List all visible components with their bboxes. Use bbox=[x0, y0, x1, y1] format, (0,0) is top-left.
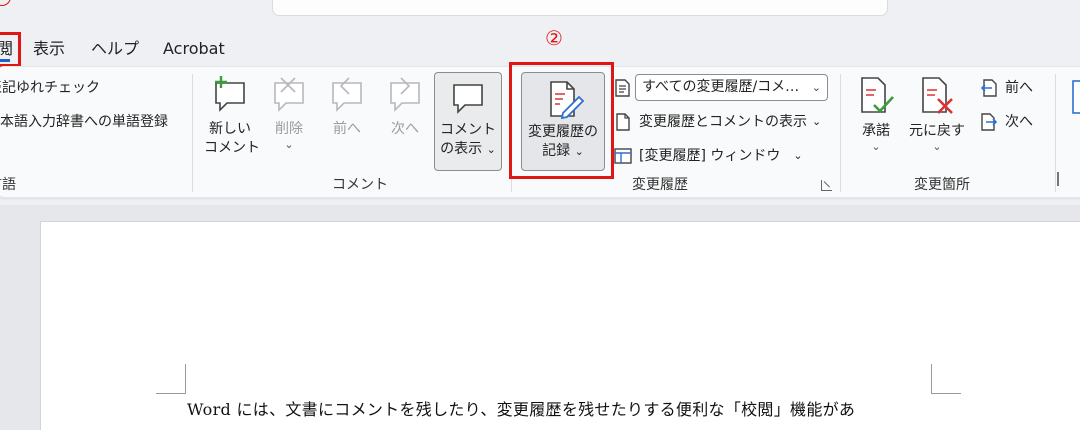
group-separator bbox=[192, 74, 193, 192]
document-body-text[interactable]: Word には、文書にコメントを残したり、変更履歴を残せたりする便利な「校閲」機… bbox=[187, 399, 855, 421]
previous-change-button[interactable]: 前へ bbox=[980, 79, 1033, 97]
display-for-review-select[interactable]: すべての変更履歴/コメ… ⌄ bbox=[635, 74, 828, 101]
group-separator bbox=[840, 74, 841, 192]
reviewing-pane-label: [変更履歴] ウィンドウ bbox=[639, 148, 781, 164]
reject-label: 元に戻す bbox=[909, 123, 965, 139]
spelling-consistency-button[interactable]: 表記ゆれチェック bbox=[0, 79, 100, 97]
compare-icon[interactable] bbox=[1072, 80, 1080, 116]
accept-button[interactable]: 承諾 ⌄ bbox=[854, 74, 898, 153]
search-box[interactable] bbox=[272, 0, 888, 16]
delete-comment-icon bbox=[274, 77, 304, 112]
group-label-tracking: 変更履歴 bbox=[632, 177, 688, 193]
show-comments-label-2: の表示 bbox=[440, 141, 483, 157]
margin-crop-mark-right bbox=[931, 364, 961, 394]
delete-comment-button[interactable]: 削除 ⌄ bbox=[264, 74, 314, 151]
chevron-down-icon: ⌄ bbox=[284, 138, 294, 151]
accept-label: 承諾 bbox=[862, 123, 890, 139]
show-markup-icon bbox=[616, 113, 630, 131]
title-bar bbox=[0, 0, 1080, 32]
group-label-changes: 変更箇所 bbox=[914, 177, 970, 193]
step-marker-2: ② bbox=[545, 26, 563, 50]
tab-help[interactable]: ヘルプ bbox=[91, 38, 139, 60]
tab-view[interactable]: 表示 bbox=[33, 38, 65, 60]
next-change-label: 次へ bbox=[1005, 114, 1033, 130]
chevron-down-icon: ⌄ bbox=[812, 115, 822, 128]
next-change-button[interactable]: 次へ bbox=[980, 113, 1033, 131]
chevron-down-icon: ⌄ bbox=[871, 140, 881, 153]
accept-icon bbox=[861, 77, 894, 113]
display-for-review-icon bbox=[615, 79, 630, 97]
previous-change-label: 前へ bbox=[1005, 80, 1033, 96]
tab-review-highlight bbox=[0, 32, 21, 67]
previous-change-icon bbox=[980, 79, 997, 97]
delete-comment-label: 削除 bbox=[275, 121, 303, 137]
register-word-button[interactable]: 日本語入力辞書への単語登録 bbox=[0, 113, 168, 131]
new-comment-label-1: 新しい bbox=[209, 121, 251, 137]
previous-comment-icon bbox=[332, 77, 362, 112]
next-comment-button[interactable]: 次へ bbox=[380, 74, 430, 139]
reviewing-pane-button[interactable]: [変更履歴] ウィンドウ ⌄ bbox=[614, 147, 803, 165]
reviewing-pane-icon bbox=[614, 148, 632, 164]
show-comments-button[interactable]: コメント の表示 ⌄ bbox=[434, 72, 502, 171]
chevron-down-icon: ⌄ bbox=[793, 149, 803, 162]
margin-crop-mark-left bbox=[156, 364, 186, 394]
new-comment-label-2: コメント bbox=[204, 140, 260, 156]
show-markup-button[interactable]: 変更履歴とコメントの表示 ⌄ bbox=[614, 113, 821, 131]
previous-comment-button[interactable]: 前へ bbox=[322, 74, 372, 139]
tab-acrobat[interactable]: Acrobat bbox=[163, 38, 225, 60]
tracking-dialog-launcher-icon[interactable] bbox=[821, 180, 832, 191]
group-label-compare-fragment bbox=[1057, 172, 1059, 186]
spelling-consistency-label: 表記ゆれチェック bbox=[0, 80, 100, 96]
group-separator bbox=[1055, 74, 1056, 192]
chevron-down-icon: ⌄ bbox=[932, 140, 942, 153]
new-comment-button[interactable]: 新しい コメント bbox=[204, 74, 260, 158]
chevron-down-icon: ⌄ bbox=[486, 143, 496, 156]
group-label-comments: コメント bbox=[332, 177, 388, 193]
show-markup-label: 変更履歴とコメントの表示 bbox=[639, 114, 807, 130]
next-change-icon bbox=[981, 113, 998, 131]
next-comment-label: 次へ bbox=[391, 121, 419, 137]
show-comments-icon bbox=[453, 84, 483, 114]
next-comment-icon bbox=[390, 77, 420, 112]
reject-icon bbox=[922, 77, 953, 114]
show-comments-label-1: コメント bbox=[440, 122, 496, 138]
new-comment-icon bbox=[215, 76, 245, 112]
previous-comment-label: 前へ bbox=[333, 121, 361, 137]
group-label-language: 言語 bbox=[0, 177, 16, 193]
register-word-label: 日本語入力辞書への単語登録 bbox=[0, 114, 168, 130]
track-changes-highlight bbox=[509, 62, 614, 179]
reject-button[interactable]: 元に戻す ⌄ bbox=[905, 74, 969, 153]
display-for-review-value: すべての変更履歴/コメ… bbox=[642, 79, 800, 95]
chevron-down-icon: ⌄ bbox=[811, 81, 821, 94]
